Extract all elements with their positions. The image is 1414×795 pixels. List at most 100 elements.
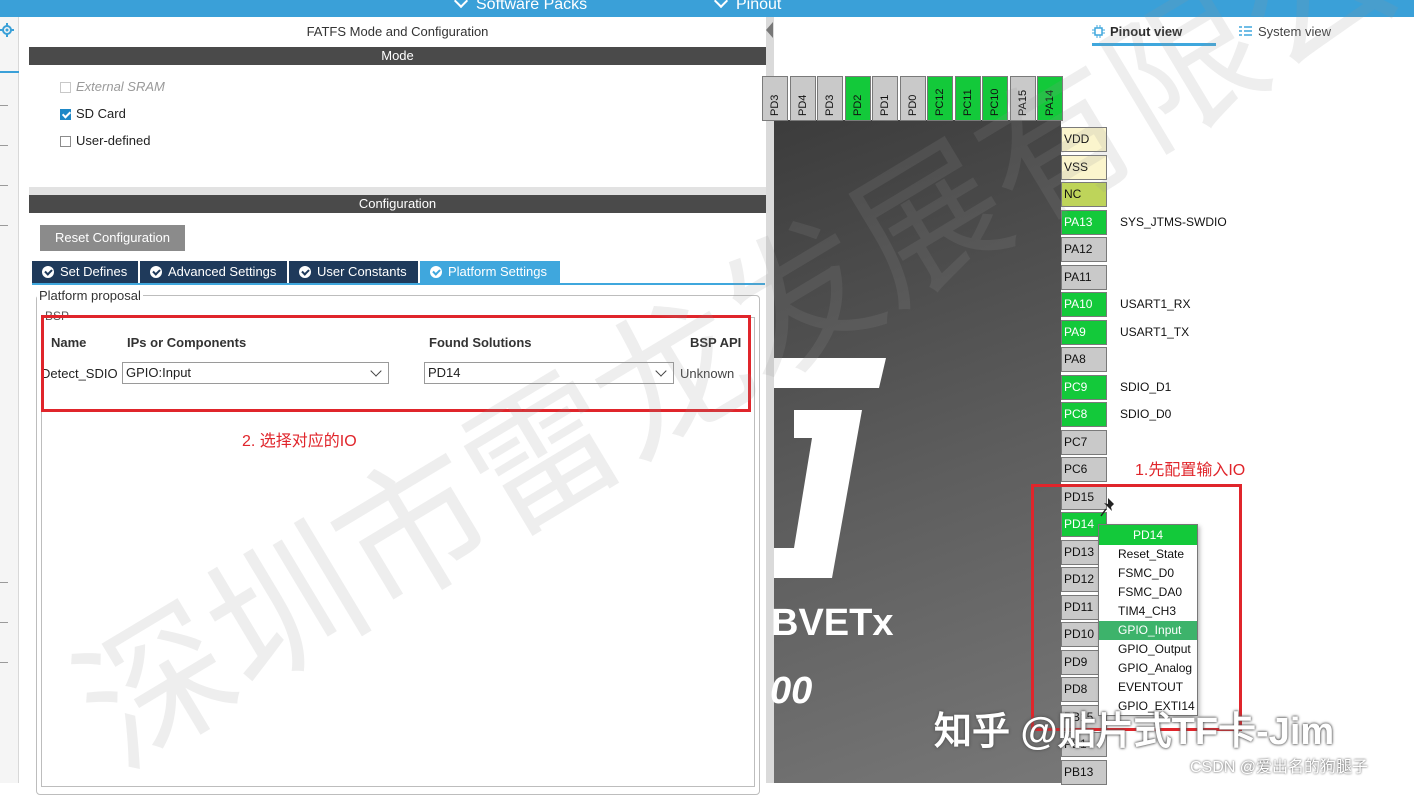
st-logo bbox=[774, 358, 886, 578]
tab-label: Platform Settings bbox=[448, 264, 547, 279]
annotation-step-2: 2. 选择对应的IO bbox=[242, 433, 357, 450]
sd-card-label: SD Card bbox=[76, 106, 126, 121]
reset-configuration-button[interactable]: Reset Configuration bbox=[40, 225, 185, 251]
category-tick bbox=[0, 145, 8, 146]
tab-label: Advanced Settings bbox=[168, 264, 277, 279]
context-menu-item[interactable]: TIM4_CH3 bbox=[1099, 602, 1197, 621]
chip-part-name: BVETx bbox=[771, 602, 894, 644]
tab-pinout-view[interactable]: Pinout view bbox=[1092, 24, 1183, 39]
mode-header: Mode bbox=[29, 47, 766, 65]
top-pin-pc12[interactable]: PC12 bbox=[927, 76, 953, 121]
top-pin-pd0[interactable]: PD0 bbox=[899, 76, 926, 121]
pin-function-label: SDIO_D0 bbox=[1120, 407, 1172, 421]
right-pin-pa10[interactable]: PA10 bbox=[1061, 292, 1107, 317]
right-pin-pa8[interactable]: PA8 bbox=[1061, 347, 1107, 372]
annotation-step-1: 1.先配置输入IO bbox=[1135, 462, 1246, 479]
context-menu-item[interactable]: EVENTOUT bbox=[1099, 678, 1197, 697]
top-pin-pd4[interactable]: PD4 bbox=[789, 76, 816, 121]
tab-user-constants[interactable]: User Constants bbox=[289, 261, 418, 283]
chevron-down-icon bbox=[453, 0, 469, 9]
chevron-down-icon bbox=[713, 0, 729, 9]
category-tick bbox=[0, 225, 8, 226]
pin-function-label: USART1_RX bbox=[1120, 297, 1191, 311]
right-pin-pa11[interactable]: PA11 bbox=[1061, 264, 1107, 290]
software-packs-label: Software Packs bbox=[476, 0, 588, 13]
zhihu-watermark: 知乎 @贴片式TF卡-Jim bbox=[934, 711, 1335, 753]
right-pin-pc9[interactable]: PC9 bbox=[1061, 374, 1107, 400]
check-circle-icon bbox=[299, 266, 311, 278]
configuration-header: Configuration bbox=[29, 195, 766, 213]
tab-advanced-settings[interactable]: Advanced Settings bbox=[140, 261, 287, 283]
pushpin-icon bbox=[1100, 498, 1114, 517]
active-view-underline bbox=[1092, 43, 1216, 46]
top-pin-pd3[interactable]: PD3 bbox=[762, 76, 788, 121]
right-pin-pa12[interactable]: PA12 bbox=[1061, 237, 1107, 262]
top-pin-pd3[interactable]: PD3 bbox=[817, 76, 843, 121]
sd-card-checkbox[interactable] bbox=[60, 109, 71, 120]
section-divider bbox=[29, 187, 766, 195]
right-pin-pc8[interactable]: PC8 bbox=[1061, 402, 1107, 427]
context-menu-item[interactable]: FSMC_DA0 bbox=[1099, 583, 1197, 602]
top-pin-pc10[interactable]: PC10 bbox=[982, 76, 1008, 121]
mode-section: External SRAM SD Card User-defined bbox=[29, 65, 766, 187]
system-view-label: System view bbox=[1258, 24, 1331, 39]
top-pin-pa15[interactable]: PA15 bbox=[1009, 76, 1036, 121]
context-menu-item[interactable]: FSMC_D0 bbox=[1099, 564, 1197, 583]
right-pin-pb13[interactable]: PB13 bbox=[1061, 759, 1107, 785]
context-menu-item[interactable]: GPIO_Output bbox=[1099, 640, 1197, 659]
right-pin-pa13[interactable]: PA13 bbox=[1061, 209, 1107, 235]
pin-label: PC10 bbox=[989, 88, 1001, 116]
pin-label: PD4 bbox=[796, 94, 809, 116]
right-pin-pc7[interactable]: PC7 bbox=[1061, 429, 1107, 455]
context-menu-item[interactable]: GPIO_Analog bbox=[1099, 659, 1197, 678]
right-pin-vdd[interactable]: VDD bbox=[1061, 127, 1107, 152]
software-packs-menu[interactable]: Software Packs bbox=[453, 0, 588, 14]
pin-label: PA14 bbox=[1044, 89, 1056, 116]
category-tick bbox=[0, 105, 8, 106]
pinout-label: Pinout bbox=[736, 0, 782, 13]
top-menu-bar: Software Packs Pinout bbox=[0, 0, 1414, 17]
pin-context-menu: PD14 Reset_State FSMC_D0 FSMC_DA0 TIM4_CH3 G… bbox=[1098, 524, 1198, 716]
context-menu-item[interactable]: GPIO_Input bbox=[1099, 621, 1197, 640]
collapse-arrow-icon[interactable] bbox=[766, 22, 773, 38]
category-tick bbox=[0, 185, 8, 186]
context-menu-header: PD14 bbox=[1099, 525, 1197, 545]
pinout-view-label: Pinout view bbox=[1110, 24, 1183, 39]
panel-splitter[interactable] bbox=[766, 17, 774, 783]
right-pin-pa9[interactable]: PA9 bbox=[1061, 319, 1107, 345]
top-pin-pd2[interactable]: PD2 bbox=[844, 76, 871, 121]
top-pin-pc11[interactable]: PC11 bbox=[954, 76, 981, 121]
annotation-highlight-box bbox=[41, 315, 751, 412]
tab-set-defines[interactable]: Set Defines bbox=[32, 261, 138, 283]
left-category-strip bbox=[0, 17, 19, 783]
pin-label: PD3 bbox=[824, 94, 836, 116]
top-pin-pa14[interactable]: PA14 bbox=[1037, 76, 1063, 121]
pin-label: PC11 bbox=[961, 89, 974, 116]
fatfs-config-panel: FATFS Mode and Configuration Mode Extern… bbox=[29, 17, 766, 795]
tab-underline bbox=[32, 283, 765, 285]
user-defined-checkbox[interactable] bbox=[60, 136, 71, 147]
tab-platform-settings[interactable]: Platform Settings bbox=[420, 261, 560, 283]
pin-label: PA15 bbox=[1016, 89, 1029, 116]
category-tick bbox=[0, 582, 8, 583]
right-pin-vss[interactable]: VSS bbox=[1061, 154, 1107, 180]
external-sram-checkbox[interactable] bbox=[60, 82, 71, 93]
top-pin-pd1[interactable]: PD1 bbox=[872, 76, 898, 121]
pin-function-label: SDIO_D1 bbox=[1120, 379, 1172, 394]
pin-label: PD3 bbox=[769, 94, 781, 116]
category-tick bbox=[0, 662, 8, 663]
pinout-menu[interactable]: Pinout bbox=[713, 0, 782, 14]
tab-system-view[interactable]: System view bbox=[1239, 24, 1331, 39]
csdn-watermark: CSDN @爱出名的狗腿子 bbox=[1190, 759, 1369, 776]
category-tick bbox=[0, 622, 8, 623]
mcu-chip-body[interactable]: BVETx 00 bbox=[770, 120, 1061, 783]
context-menu-item[interactable]: Reset_State bbox=[1099, 545, 1197, 564]
pin-label: PD2 bbox=[851, 94, 864, 116]
gear-icon[interactable] bbox=[0, 23, 14, 37]
pin-label: PD0 bbox=[906, 94, 919, 116]
right-pin-pc6[interactable]: PC6 bbox=[1061, 457, 1107, 482]
pin-function-label: USART1_TX bbox=[1120, 324, 1190, 339]
pin-label: PC12 bbox=[934, 88, 946, 116]
right-pin-nc[interactable]: NC bbox=[1061, 182, 1107, 207]
active-category-marker bbox=[0, 71, 19, 73]
